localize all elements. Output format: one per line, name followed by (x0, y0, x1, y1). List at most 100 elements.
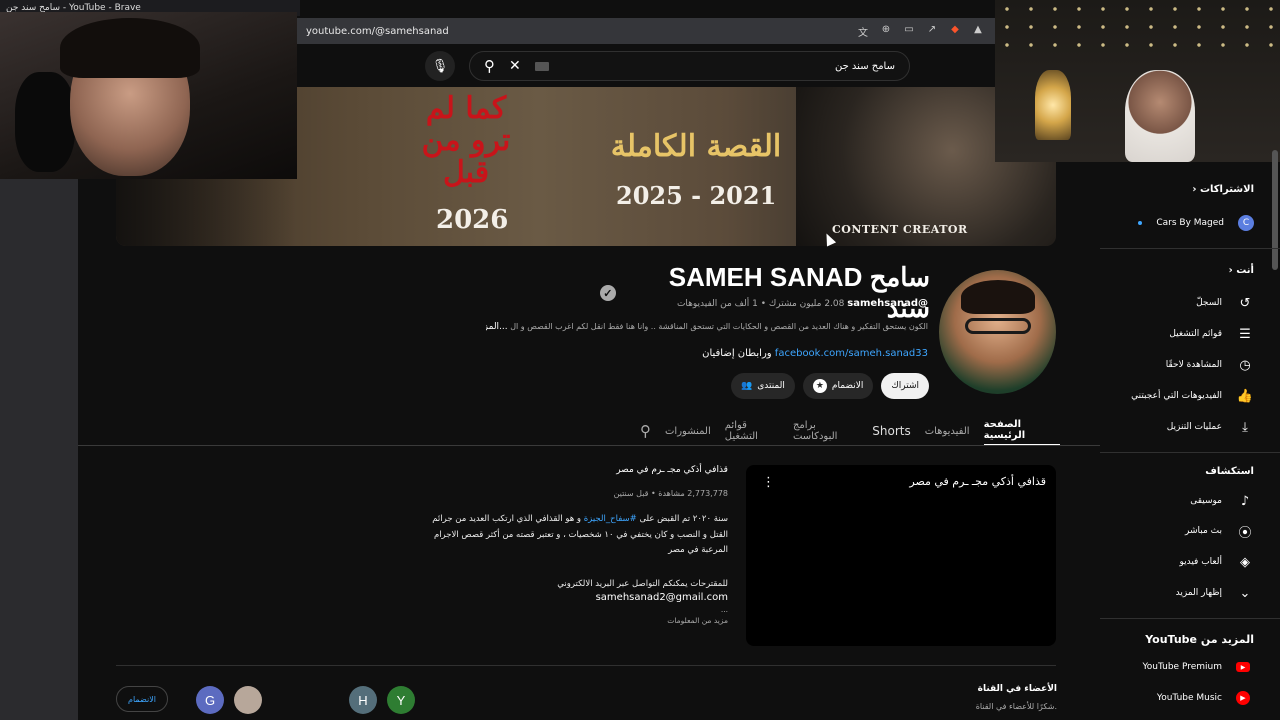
sidebar-divider (1100, 248, 1280, 249)
member-avatar[interactable]: Y (387, 686, 415, 714)
members-subtitle: شكرًا للأعضاء في القناة. (975, 702, 1057, 711)
sidebar-item-label: YouTube Premium (1142, 662, 1222, 672)
subscribe-button[interactable]: اشتراك (881, 373, 929, 399)
sidebar-item-playlists[interactable]: قوائم التشغيل ☰ (1104, 323, 1254, 345)
tab-posts[interactable]: المنشورات (665, 416, 711, 446)
avatar-hair (961, 280, 1035, 314)
brave-shield-icon[interactable]: ◆ (948, 24, 962, 39)
search-row: 🎙 ⚲ ✕ سامح سند جن (425, 51, 910, 81)
member-avatar[interactable] (234, 686, 262, 714)
community-button[interactable]: 👥 المنتدى (731, 373, 795, 399)
description-more-link[interactable]: ...المزيد (486, 322, 508, 332)
you-title: أنت (1236, 265, 1254, 276)
webcam-left (0, 12, 297, 179)
featured-video-player[interactable]: قذافي أذكي مجـ ـرم في مصر ⋮ (746, 465, 1056, 646)
webcam-hair (60, 18, 200, 78)
player-title[interactable]: قذافي أذكي مجـ ـرم في مصر (909, 475, 1046, 488)
zoom-icon[interactable]: ⊕ (879, 24, 893, 39)
scrollbar[interactable] (1272, 150, 1278, 270)
tab-playlists[interactable]: قوائم التشغيل (725, 416, 779, 446)
sidebar-item-label: بث مباشر (1185, 526, 1222, 536)
playlist-icon: ☰ (1239, 326, 1251, 342)
member-avatar[interactable]: G (196, 686, 224, 714)
subscriptions-title: الاشتراكات (1199, 184, 1254, 195)
clear-icon[interactable]: ✕ (509, 58, 521, 74)
sidebar-item-liked[interactable]: الفيديوهات التي أعجبتني 👍 (1104, 385, 1254, 407)
explore-title: استكشاف (1205, 466, 1254, 477)
sidebar-item-label: إظهار المزيد (1175, 588, 1222, 598)
more-links[interactable]: ورابطان إضافيان (702, 348, 772, 359)
webcam-person (1125, 70, 1195, 162)
live-icon: ⦿ (1238, 525, 1252, 541)
featured-video-title[interactable]: قذافي أذكي مجـ ـرم في مصر (420, 465, 728, 475)
more-info-link[interactable]: مزيد من المعلومات (420, 616, 728, 625)
hashtag-link[interactable]: #سفاح_الجيزة (584, 514, 637, 524)
sidebar-item-label: الفيديوهات التي أعجبتني (1131, 391, 1222, 401)
tab-podcasts[interactable]: برامج البودكاست (793, 416, 858, 446)
contact-email: samehsanad2@gmail.com (595, 592, 728, 603)
mic-icon[interactable]: 🎙 (425, 51, 455, 81)
sidebar-item-live[interactable]: بث مباشر ⦿ (1104, 520, 1254, 542)
browser-actions: 文 ⊕ ▭ ↗ ◆ ▲ (856, 24, 995, 39)
search-input[interactable]: سامح سند جن (563, 61, 895, 72)
members-join-button[interactable]: الانضمام (116, 686, 168, 712)
thumbs-up-icon: 👍 (1236, 388, 1254, 404)
search-icon[interactable]: ⚲ (484, 57, 495, 75)
subscriptions-header[interactable]: الاشتراكات ‹ (1192, 184, 1254, 195)
channel-description[interactable]: الكون يستحق التفكير و هناك العديد من الق… (486, 322, 928, 332)
more-from-youtube-title: المزيد من YouTube (1145, 633, 1254, 646)
tab-shorts[interactable]: Shorts (872, 416, 910, 446)
sidebar-item-label: قوائم التشغيل (1169, 329, 1222, 339)
translate-icon[interactable]: 文 (856, 24, 870, 39)
download-icon: ⤓ (1242, 419, 1248, 435)
featured-video-description: سنة ٢٠٢٠ تم القبض على #سفاح_الجيزة و هو … (420, 512, 728, 559)
banner-creator-label: CONTENT CREATOR (832, 223, 968, 236)
sidebar-item-youtube-music[interactable]: YouTube Music ▶ (1104, 687, 1254, 709)
you-header[interactable]: أنت ‹ (1229, 265, 1254, 276)
channel-avatar[interactable] (939, 270, 1056, 394)
search-box[interactable]: ⚲ ✕ سامح سند جن (469, 51, 910, 81)
sidebar-item-premium[interactable]: YouTube Premium ▶ (1104, 656, 1254, 678)
sidebar-item-label: Cars By Maged (1156, 218, 1224, 228)
channel-search-icon[interactable]: ⚲ (640, 422, 651, 440)
sidebar-item-label: موسيقى (1190, 496, 1222, 506)
sidebar-item-show-more[interactable]: إظهار المزيد ⌄ (1104, 582, 1254, 604)
facebook-link[interactable]: facebook.com/sameh.sanad33 (775, 348, 928, 359)
contact-line: للمقترحات يمكنكم التواصل عبر البريد الال… (557, 578, 728, 589)
history-icon: ↺ (1239, 295, 1251, 311)
lantern (1035, 70, 1071, 140)
more-vert-icon[interactable]: ⋮ (762, 475, 775, 490)
sidebar-item-watch-later[interactable]: المشاهدة لاحقًا ◷ (1104, 354, 1254, 376)
sidebar-divider (1100, 618, 1280, 619)
channel-name-text: SAMEH SANAD سامح سند (668, 262, 930, 323)
string-lights (995, 0, 1280, 60)
address-bar[interactable]: youtube.com/@samehsanad (297, 26, 856, 37)
sidebar-divider (1100, 452, 1280, 453)
member-avatar[interactable]: H (349, 686, 377, 714)
community-icon: 👥 (741, 381, 753, 391)
tabs-divider (78, 445, 1100, 446)
sidebar-item-cars-by-maged[interactable]: Cars By Maged C (1104, 212, 1254, 234)
banner-year: 2026 (436, 205, 509, 235)
rewards-icon[interactable]: ▲ (971, 24, 985, 39)
install-icon[interactable]: ▭ (902, 24, 916, 39)
join-button[interactable]: ★ الانضمام (802, 373, 874, 399)
sidebar-item-downloads[interactable]: عمليات التنزيل ⤓ (1104, 416, 1254, 438)
tab-videos[interactable]: الفيديوهات (925, 416, 970, 446)
channel-tabs: ⚲ المنشورات قوائم التشغيل برامج البودكاس… (640, 416, 1060, 446)
sidebar-item-gaming[interactable]: ألعاب فيديو ◈ (1104, 551, 1254, 573)
sidebar-item-label: السجلّ (1196, 298, 1222, 308)
channel-actions: 👥 المنتدى ★ الانضمام اشتراك (731, 373, 929, 399)
screen: سامح سند جن - YouTube - Brave youtube.co… (0, 0, 1280, 720)
browser-toolbar: youtube.com/@samehsanad 文 ⊕ ▭ ↗ ◆ ▲ (297, 18, 995, 44)
youtube-music-icon: ▶ (1236, 691, 1250, 705)
sidebar-item-history[interactable]: السجلّ ↺ (1104, 292, 1254, 314)
share-icon[interactable]: ↗ (925, 24, 939, 39)
keyboard-icon[interactable] (534, 61, 549, 71)
chevron-icon: ‹ (1228, 265, 1233, 276)
sidebar-item-music[interactable]: موسيقى ♪ (1104, 490, 1254, 512)
tab-home[interactable]: الصفحة الرئيسية (983, 416, 1060, 446)
new-content-dot (1138, 221, 1143, 225)
youtube-premium-icon: ▶ (1236, 662, 1250, 672)
desc-ellipsis: ... (720, 605, 728, 614)
